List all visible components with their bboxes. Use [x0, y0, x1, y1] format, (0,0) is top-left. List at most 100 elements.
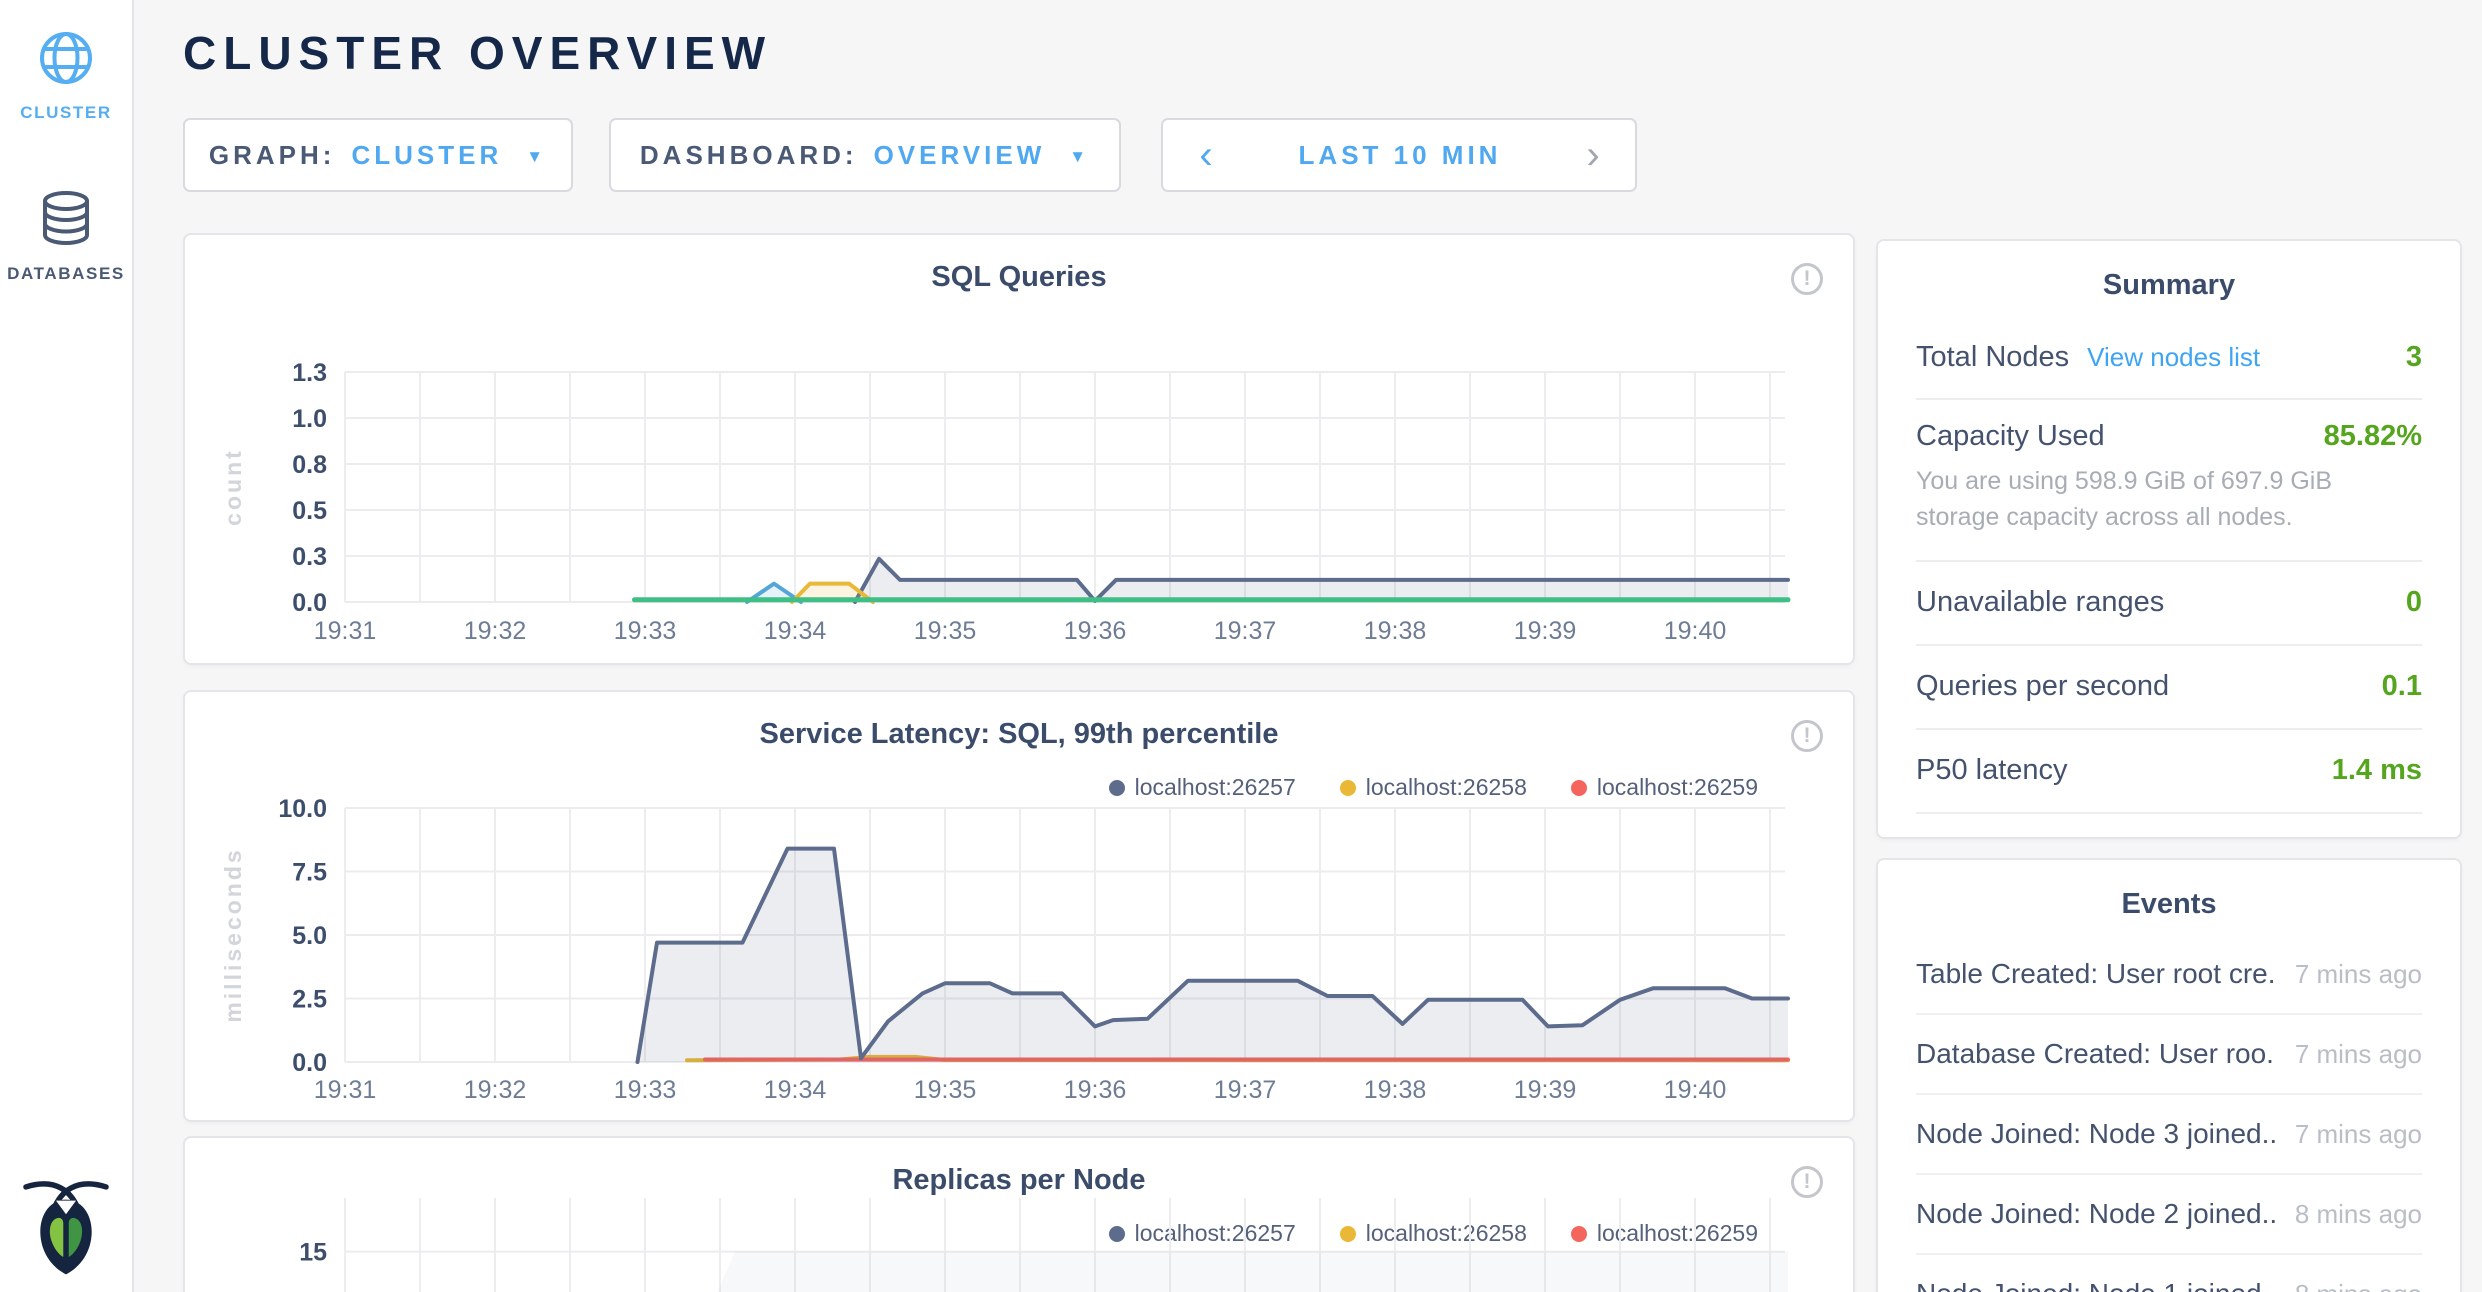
- svg-text:15: 15: [299, 1239, 327, 1267]
- summary-panel: Summary Total Nodes View nodes list 3 Ca…: [1876, 239, 2462, 839]
- svg-text:0.5: 0.5: [292, 497, 327, 525]
- svg-text:0.3: 0.3: [292, 543, 327, 571]
- summary-label: Capacity Used: [1916, 420, 2105, 453]
- svg-text:19:40: 19:40: [1664, 1076, 1727, 1104]
- chart-card-service-latency: Service Latency: SQL, 99th percentile ! …: [183, 690, 1855, 1122]
- event-time: 8 mins ago: [2295, 1279, 2422, 1292]
- page-title: CLUSTER OVERVIEW: [183, 26, 772, 80]
- events-panel: Events Table Created: User root cre... 7…: [1876, 858, 2462, 1292]
- graph-dropdown-value: CLUSTER: [351, 140, 502, 171]
- svg-text:19:36: 19:36: [1064, 1076, 1127, 1104]
- event-time: 8 mins ago: [2295, 1199, 2422, 1230]
- capacity-subtitle: You are using 598.9 GiB of 697.9 GiB sto…: [1916, 463, 2422, 536]
- dashboard-dropdown[interactable]: DASHBOARD: OVERVIEW ▼: [609, 118, 1121, 192]
- svg-text:19:32: 19:32: [464, 617, 527, 645]
- svg-text:19:37: 19:37: [1214, 1076, 1277, 1104]
- summary-value: 3: [2406, 341, 2422, 374]
- chevron-down-icon: ▼: [526, 147, 547, 167]
- summary-label: P99 latency: [1916, 838, 2068, 839]
- svg-text:count: count: [220, 448, 246, 526]
- svg-text:19:35: 19:35: [914, 1076, 977, 1104]
- svg-text:10.0: 10.0: [278, 795, 327, 823]
- view-nodes-list-link[interactable]: View nodes list: [2087, 342, 2260, 373]
- globe-icon: [38, 30, 94, 86]
- summary-title: Summary: [1878, 269, 2460, 302]
- svg-text:0.0: 0.0: [292, 1049, 327, 1077]
- summary-value: 8.9 ms: [2332, 838, 2422, 839]
- svg-text:0.8: 0.8: [292, 451, 327, 479]
- summary-label: P50 latency: [1916, 754, 2068, 787]
- events-title: Events: [1878, 888, 2460, 921]
- summary-value: 0.1: [2382, 670, 2422, 703]
- replicas-per-node-chart: 15: [185, 1138, 1853, 1292]
- dashboard-dropdown-value: OVERVIEW: [874, 140, 1046, 171]
- svg-text:1.0: 1.0: [292, 405, 327, 433]
- summary-label: Unavailable ranges: [1916, 586, 2164, 619]
- svg-text:milliseconds: milliseconds: [220, 847, 246, 1022]
- svg-text:19:38: 19:38: [1364, 1076, 1427, 1104]
- svg-text:19:38: 19:38: [1364, 617, 1427, 645]
- service-latency-chart: 10.07.55.02.50.019:3119:3219:3319:3419:3…: [185, 692, 1853, 1120]
- svg-text:19:40: 19:40: [1664, 617, 1727, 645]
- event-time: 7 mins ago: [2295, 1119, 2422, 1150]
- event-text: Table Created: User root cre...: [1916, 958, 2275, 990]
- event-text: Node Joined: Node 2 joined...: [1916, 1198, 2275, 1230]
- summary-row-total-nodes: Total Nodes View nodes list 3: [1916, 316, 2422, 400]
- event-text: Node Joined: Node 3 joined...: [1916, 1118, 2275, 1150]
- event-row: Node Joined: Node 3 joined... 7 mins ago: [1916, 1095, 2422, 1175]
- svg-text:0.0: 0.0: [292, 589, 327, 617]
- svg-text:19:32: 19:32: [464, 1076, 527, 1104]
- svg-text:19:33: 19:33: [614, 1076, 677, 1104]
- sidebar: CLUSTER DATABASES: [0, 0, 134, 1292]
- summary-value: 85.82%: [2324, 420, 2422, 453]
- summary-label: Total Nodes: [1916, 341, 2069, 374]
- time-range-prev-button[interactable]: ‹: [1163, 120, 1249, 190]
- event-row: Database Created: User roo... 7 mins ago: [1916, 1015, 2422, 1095]
- database-icon: [38, 189, 94, 247]
- summary-row-unavailable-ranges: Unavailable ranges 0: [1916, 562, 2422, 646]
- summary-row-queries-per-second: Queries per second 0.1: [1916, 646, 2422, 730]
- svg-text:19:34: 19:34: [764, 617, 827, 645]
- time-range-value[interactable]: LAST 10 MIN: [1249, 120, 1551, 190]
- svg-text:19:35: 19:35: [914, 617, 977, 645]
- sql-queries-chart: 1.3 1.0 0.8 0.5 0.3 0.019:31 19:32 19:33 19:34 19…: [185, 235, 1853, 663]
- svg-text:7.5: 7.5: [292, 859, 327, 887]
- event-text: Database Created: User roo...: [1916, 1038, 2275, 1070]
- summary-row-p50-latency: P50 latency 1.4 ms: [1916, 730, 2422, 814]
- svg-text:19:31: 19:31: [314, 617, 377, 645]
- event-row: Node Joined: Node 2 joined... 8 mins ago: [1916, 1175, 2422, 1255]
- dashboard-dropdown-label: DASHBOARD:: [640, 140, 858, 171]
- event-time: 7 mins ago: [2295, 959, 2422, 990]
- svg-text:19:36: 19:36: [1064, 617, 1127, 645]
- summary-label: Queries per second: [1916, 670, 2169, 703]
- controls-bar: GRAPH: CLUSTER ▼ DASHBOARD: OVERVIEW ▼ ‹…: [183, 118, 1637, 192]
- svg-text:19:37: 19:37: [1214, 617, 1277, 645]
- graph-dropdown[interactable]: GRAPH: CLUSTER ▼: [183, 118, 573, 192]
- chart-card-sql-queries: SQL Queries ! 1.31.00.80.50.30.019:3119:…: [183, 233, 1855, 665]
- graph-dropdown-label: GRAPH:: [209, 140, 336, 171]
- event-text: Node Joined: Node 1 joined...: [1916, 1278, 2275, 1292]
- event-row: Table Created: User root cre... 7 mins a…: [1916, 935, 2422, 1015]
- sidebar-item-cluster[interactable]: CLUSTER: [0, 30, 132, 123]
- svg-text:19:33: 19:33: [614, 617, 677, 645]
- chart-card-replicas-per-node: Replicas per Node ! localhost:26257local…: [183, 1136, 1855, 1292]
- summary-value: 1.4 ms: [2332, 754, 2422, 787]
- summary-value: 0: [2406, 586, 2422, 619]
- svg-text:19:39: 19:39: [1514, 1076, 1577, 1104]
- cluster-overview-page: CLUSTER DATABASES: [0, 0, 2482, 1292]
- sidebar-item-databases[interactable]: DATABASES: [0, 189, 132, 284]
- svg-text:2.5: 2.5: [292, 986, 327, 1014]
- event-row: Node Joined: Node 1 joined... 8 mins ago: [1916, 1255, 2422, 1292]
- svg-text:19:31: 19:31: [314, 1076, 377, 1104]
- svg-text:1.3: 1.3: [292, 359, 327, 387]
- time-range-next-button[interactable]: ›: [1551, 120, 1635, 190]
- time-range-selector: ‹ LAST 10 MIN ›: [1161, 118, 1637, 192]
- cockroach-bug-icon: [18, 1176, 114, 1278]
- sidebar-item-label: CLUSTER: [0, 103, 132, 123]
- summary-row-capacity-used: Capacity Used 85.82% You are using 598.9…: [1916, 400, 2422, 562]
- svg-text:19:34: 19:34: [764, 1076, 827, 1104]
- sidebar-item-label: DATABASES: [0, 264, 132, 284]
- summary-row-p99-latency: P99 latency 8.9 ms: [1916, 814, 2422, 840]
- svg-text:19:39: 19:39: [1514, 617, 1577, 645]
- event-time: 7 mins ago: [2295, 1039, 2422, 1070]
